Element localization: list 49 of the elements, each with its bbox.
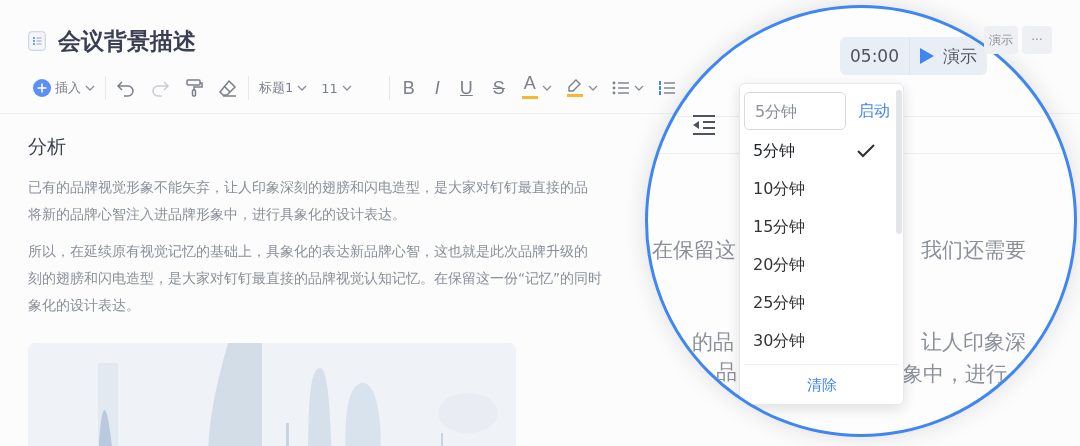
timer-button[interactable]: 05:00 bbox=[840, 37, 909, 75]
text-line: 品 bbox=[716, 359, 737, 386]
caret-icon bbox=[633, 85, 644, 91]
font-color-button[interactable]: A bbox=[521, 74, 538, 102]
dropdown[interactable]: 标题1 bbox=[252, 74, 315, 102]
outdent-icon[interactable] bbox=[693, 115, 715, 135]
text-line: 在保留这 bbox=[652, 237, 736, 264]
menu-option[interactable]: 10分钟 bbox=[740, 170, 903, 208]
more-button[interactable]: ··· bbox=[1022, 26, 1052, 54]
highlighter-icon[interactable] bbox=[565, 78, 584, 98]
undo-icon[interactable] bbox=[116, 78, 136, 98]
text-line: 的品 bbox=[692, 329, 734, 356]
italic-button[interactable]: I bbox=[424, 74, 450, 102]
present-button[interactable]: 演示 bbox=[910, 37, 987, 75]
text-line: 让人印象深 bbox=[921, 329, 1026, 356]
menu-option[interactable]: 25分钟 bbox=[740, 284, 903, 322]
paragraph: 已有的品牌视觉形象不能矢弃，让人印象深刻的翅膀和闪电造型，是大家对钉钉最直接的品 将新的品牌心智注入进品牌形象中，进行具象化的设计表达。 bbox=[28, 178, 588, 224]
document-icon bbox=[28, 31, 46, 51]
plus-icon bbox=[33, 79, 51, 97]
menu-option[interactable]: 20分钟 bbox=[740, 246, 903, 284]
insert-button[interactable]: 插入 bbox=[26, 74, 102, 102]
caret-icon bbox=[341, 85, 352, 91]
eraser-icon[interactable] bbox=[218, 78, 238, 98]
numbered-list-icon[interactable] bbox=[657, 80, 676, 96]
document-title: 会议背景描述 bbox=[58, 26, 196, 56]
menu-option[interactable]: 15分钟 bbox=[740, 208, 903, 246]
present-button[interactable]: 演示 bbox=[984, 26, 1018, 54]
caret-icon bbox=[587, 85, 598, 91]
caret-icon bbox=[297, 85, 308, 91]
minutes-field[interactable]: 5分钟 bbox=[744, 92, 846, 130]
menu-option[interactable]: 5分钟 bbox=[740, 132, 903, 170]
bullet-list-icon[interactable] bbox=[611, 80, 630, 96]
paragraph: 所以，在延续原有视觉记忆的基础上，具象化的表达新品牌心智，这也就是此次品牌升级的 刻的翅膀和闪电造型，是大家对钉钉最直接的品牌视觉认知记忆。在保留这一份“记忆”的同时 象化的设计表达。 bbox=[28, 242, 602, 315]
text-line: 象中，进行 bbox=[902, 361, 1007, 388]
caret-icon bbox=[541, 85, 552, 91]
menu-option[interactable]: 30分钟 bbox=[740, 322, 903, 360]
dropdown[interactable]: 11 bbox=[314, 74, 386, 102]
section-heading: 分析 bbox=[28, 134, 66, 159]
underline-button[interactable]: U bbox=[449, 74, 483, 102]
text-line: 我们还需要 bbox=[921, 237, 1026, 264]
clear-link[interactable]: 清除 bbox=[800, 375, 843, 396]
caret-icon bbox=[85, 85, 95, 91]
start-link[interactable]: 启动 bbox=[858, 100, 890, 122]
strike-button[interactable]: S bbox=[482, 74, 515, 102]
play-icon bbox=[920, 48, 934, 64]
scrollbar[interactable] bbox=[896, 90, 902, 234]
check-icon bbox=[857, 144, 875, 158]
bold-button[interactable]: B bbox=[392, 74, 425, 102]
paint-roller-icon[interactable] bbox=[184, 78, 204, 98]
